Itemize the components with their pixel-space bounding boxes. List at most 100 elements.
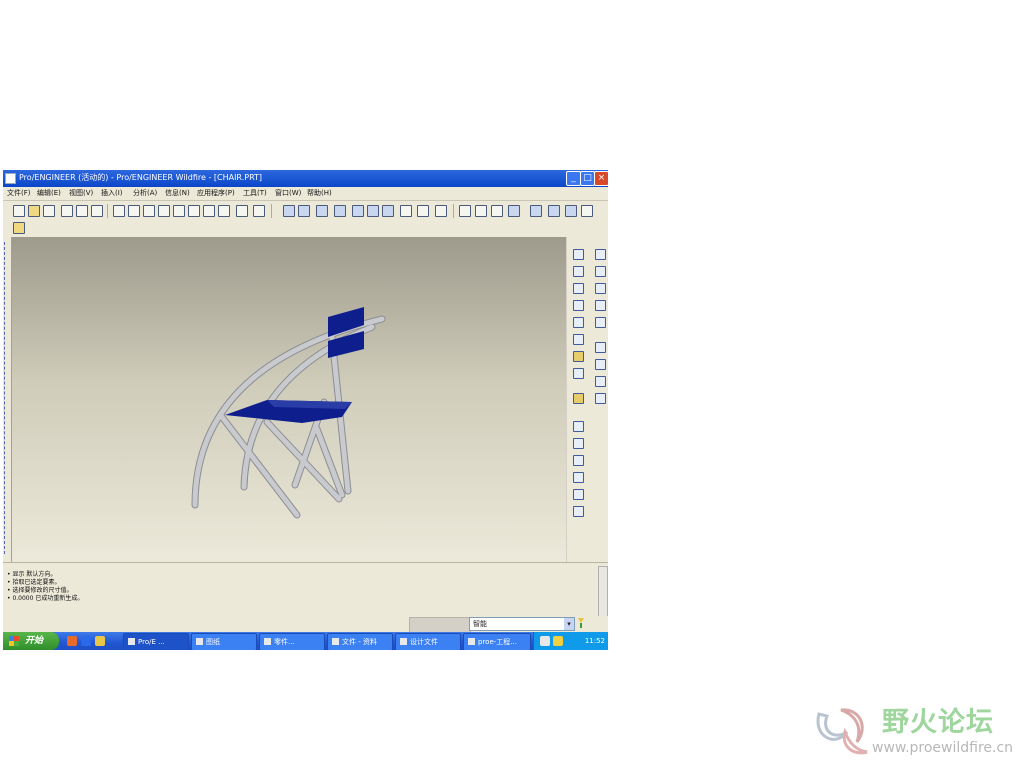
offset-icon[interactable] bbox=[595, 342, 606, 353]
start-button[interactable]: 开始 bbox=[3, 632, 59, 650]
print-icon[interactable] bbox=[61, 205, 73, 217]
menu-view[interactable]: 视图(V) bbox=[69, 188, 93, 198]
volume-icon[interactable] bbox=[553, 636, 563, 646]
variable-sweep-icon[interactable] bbox=[573, 393, 584, 404]
save-icon[interactable] bbox=[43, 205, 55, 217]
watermark-title: 野火论坛 bbox=[882, 707, 994, 738]
round-icon[interactable] bbox=[573, 455, 584, 466]
paste-icon[interactable] bbox=[173, 205, 185, 217]
analysis-feature-icon[interactable] bbox=[573, 334, 584, 345]
menu-edit[interactable]: 编辑(E) bbox=[37, 188, 61, 198]
message-scrollbar[interactable] bbox=[598, 566, 608, 618]
taskbar-item-design[interactable]: 设计文件 bbox=[395, 633, 461, 650]
solidify-icon[interactable] bbox=[595, 393, 606, 404]
chamfer-icon[interactable] bbox=[573, 472, 584, 483]
title-bar[interactable]: Pro/ENGINEER (活动的) - Pro/ENGINEER Wildfi… bbox=[3, 170, 608, 187]
close-button[interactable]: × bbox=[594, 171, 608, 186]
datum-plane-icon[interactable] bbox=[236, 205, 248, 217]
taskbar-item-part[interactable]: 零件... bbox=[259, 633, 325, 650]
whats-this-icon[interactable] bbox=[13, 222, 25, 234]
point-display-icon[interactable] bbox=[530, 205, 542, 217]
merge-icon[interactable] bbox=[595, 300, 606, 311]
extrude-icon[interactable] bbox=[573, 351, 584, 362]
menu-window[interactable]: 窗口(W) bbox=[275, 188, 301, 198]
taskbar-item-drawing[interactable]: 图纸 bbox=[191, 633, 257, 650]
taskbar-item-files[interactable]: 文件 - 资料 bbox=[327, 633, 393, 650]
datum-axis-icon[interactable] bbox=[253, 205, 265, 217]
draft-icon[interactable] bbox=[573, 489, 584, 500]
solidify-icon[interactable] bbox=[595, 376, 606, 387]
csys-display-icon[interactable] bbox=[581, 205, 593, 217]
csys-display-icon[interactable] bbox=[548, 205, 560, 217]
trim-icon[interactable] bbox=[595, 317, 606, 328]
layers-icon[interactable] bbox=[400, 205, 412, 217]
rib-icon[interactable] bbox=[595, 249, 606, 260]
email-icon[interactable] bbox=[76, 205, 88, 217]
spin-center-icon[interactable] bbox=[367, 205, 379, 217]
menu-insert[interactable]: 插入(I) bbox=[101, 188, 123, 198]
mirror-icon[interactable] bbox=[595, 283, 606, 294]
no-hidden-icon[interactable] bbox=[459, 205, 471, 217]
feature-toolbar bbox=[567, 237, 608, 562]
watermark-url: www.proewildfire.cn bbox=[872, 740, 1014, 756]
blend-icon[interactable] bbox=[573, 421, 584, 432]
regenerate-icon[interactable] bbox=[203, 205, 215, 217]
zoom-in-icon[interactable] bbox=[298, 205, 310, 217]
redo-icon[interactable] bbox=[128, 205, 140, 217]
windows-taskbar: 开始 Pro/E ... 图纸 零件... 文件 - 资料 设计文件 proe-… bbox=[3, 632, 608, 650]
thicken-icon[interactable] bbox=[595, 359, 606, 370]
message-line: • 0.0000 已成功重新生成。 bbox=[7, 595, 84, 602]
new-icon[interactable] bbox=[13, 205, 25, 217]
taskbar-item-proe[interactable]: Pro/E ... bbox=[123, 633, 189, 650]
shell-icon[interactable] bbox=[573, 506, 584, 517]
graphics-viewport[interactable] bbox=[12, 237, 566, 562]
navigator-tab-bar[interactable] bbox=[4, 242, 8, 554]
paste-special-icon[interactable] bbox=[188, 205, 200, 217]
menu-info[interactable]: 信息(N) bbox=[165, 188, 190, 198]
datum-curve-icon[interactable] bbox=[573, 266, 584, 277]
plane-display-icon[interactable] bbox=[491, 205, 503, 217]
open-icon[interactable] bbox=[28, 205, 40, 217]
navigator-collapsed-strip[interactable] bbox=[3, 237, 12, 562]
datum-point-icon[interactable] bbox=[283, 205, 295, 217]
filter-icon[interactable] bbox=[576, 617, 586, 629]
browser-icon[interactable] bbox=[67, 636, 77, 646]
undo-icon[interactable] bbox=[113, 205, 125, 217]
sketch-icon[interactable] bbox=[573, 249, 584, 260]
revolve-icon[interactable] bbox=[573, 368, 584, 379]
cut-icon[interactable] bbox=[143, 205, 155, 217]
line-icon[interactable] bbox=[573, 283, 584, 294]
menu-tools[interactable]: 工具(T) bbox=[243, 188, 267, 198]
menu-applications[interactable]: 应用程序(P) bbox=[197, 188, 235, 198]
network-icon[interactable] bbox=[540, 636, 550, 646]
saved-views-icon[interactable] bbox=[382, 205, 394, 217]
start-label: 开始 bbox=[25, 636, 44, 646]
hole-icon[interactable] bbox=[573, 438, 584, 449]
folder-icon[interactable] bbox=[95, 636, 105, 646]
folder-icon bbox=[400, 638, 407, 645]
pattern-icon[interactable] bbox=[595, 266, 606, 277]
model-tree-icon[interactable] bbox=[218, 205, 230, 217]
maximize-button[interactable]: □ bbox=[580, 171, 595, 186]
csys-icon[interactable] bbox=[573, 317, 584, 328]
hidden-line-icon[interactable] bbox=[435, 205, 447, 217]
refit-icon[interactable] bbox=[334, 205, 346, 217]
zoom-out-icon[interactable] bbox=[316, 205, 328, 217]
chevron-down-icon[interactable]: ▾ bbox=[564, 618, 574, 630]
menu-analysis[interactable]: 分析(A) bbox=[133, 188, 157, 198]
axis-display-icon[interactable] bbox=[508, 205, 520, 217]
csys-display-icon[interactable] bbox=[565, 205, 577, 217]
menu-help[interactable]: 帮助(H) bbox=[307, 188, 332, 198]
shading-icon[interactable] bbox=[475, 205, 487, 217]
taskbar-item-proe-project[interactable]: proe-工程... bbox=[463, 633, 531, 650]
selection-filter-select[interactable]: 智能 ▾ bbox=[469, 617, 575, 631]
reorient-icon[interactable] bbox=[352, 205, 364, 217]
menu-file[interactable]: 文件(F) bbox=[7, 188, 31, 198]
wireframe-icon[interactable] bbox=[417, 205, 429, 217]
media-icon[interactable] bbox=[81, 636, 91, 646]
spline-icon[interactable] bbox=[573, 300, 584, 311]
copy-icon[interactable] bbox=[158, 205, 170, 217]
minimize-button[interactable]: _ bbox=[566, 171, 581, 186]
email-link-icon[interactable] bbox=[91, 205, 103, 217]
app-icon bbox=[5, 173, 16, 184]
